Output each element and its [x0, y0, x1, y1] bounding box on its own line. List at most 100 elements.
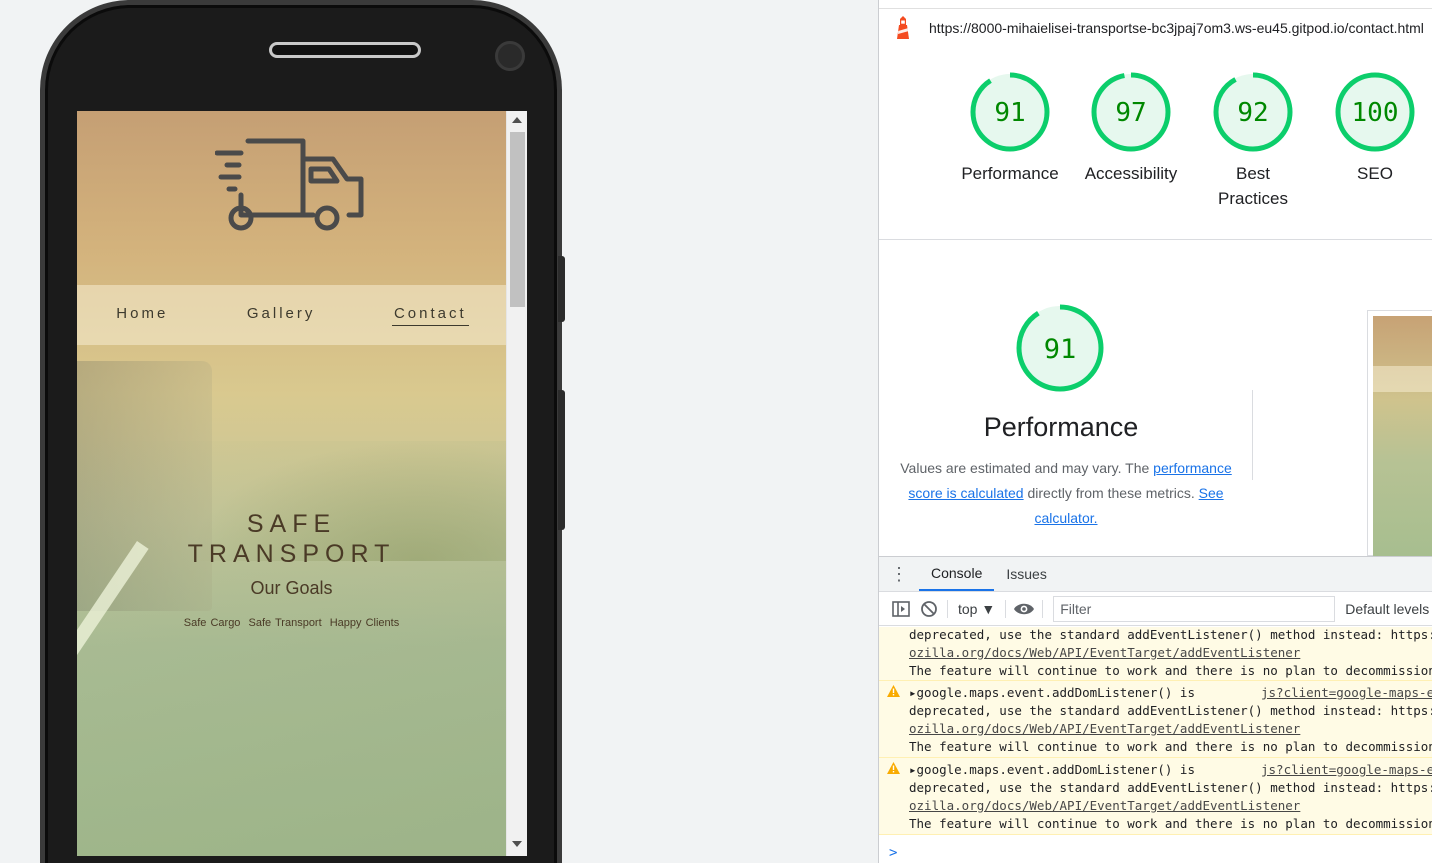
dropdown-arrow-icon: ▼ — [981, 600, 996, 617]
gauge-label: SEO — [1315, 161, 1432, 186]
performance-description: Values are estimated and may vary. The p… — [889, 456, 1243, 531]
hero-tags: Safe Cargo Safe Transport Happy Clients — [77, 617, 506, 629]
console-drawer: ⋮ Console Issues top ▼ Default levels de… — [879, 556, 1432, 863]
site-nav: Home Gallery Contact — [77, 285, 506, 345]
console-filter-input[interactable] — [1053, 595, 1336, 622]
msg-line: The feature will continue to work and th… — [909, 739, 1432, 754]
lighthouse-url-bar: https://8000-mihaielisei-transportse-bc3… — [879, 8, 1432, 46]
gauge-label-line1: SEO — [1357, 164, 1393, 183]
phone-volume-button — [558, 256, 565, 322]
thumbnail-image — [1373, 316, 1432, 556]
msg-line: deprecated, use the standard addEventLis… — [909, 780, 1432, 795]
tab-console[interactable]: Console — [919, 557, 995, 591]
msg-source-link[interactable]: js?client=google-maps-embed — [1261, 761, 1432, 779]
performance-gauge: 91 — [1016, 304, 1104, 392]
console-messages: deprecated, use the standard addEventLis… — [879, 627, 1432, 863]
tab-issues[interactable]: Issues — [994, 557, 1058, 591]
context-value: top — [958, 600, 978, 617]
toolbar-separator — [1042, 599, 1044, 618]
hero-tag: Safe Transport — [248, 617, 322, 629]
gauge-label-line1: Accessibility — [1084, 164, 1178, 183]
nav-gallery-link[interactable]: Gallery — [245, 305, 318, 325]
performance-title: Performance — [983, 412, 1139, 442]
msg-line: deprecated, use the standard addEventLis… — [909, 703, 1432, 718]
hero-tag: Safe Cargo — [183, 617, 241, 629]
expand-triangle-icon[interactable]: ▸ — [909, 762, 917, 777]
gauge-ring: 97 — [1091, 72, 1171, 152]
gauge-value: 91 — [994, 98, 1025, 128]
hero-title-line1: SAFE — [246, 510, 337, 538]
msg-doc-link[interactable]: ozilla.org/docs/Web/API/EventTarget/addE… — [909, 644, 1432, 662]
msg-line: The feature will continue to work and th… — [909, 663, 1432, 678]
audited-url[interactable]: https://8000-mihaielisei-transportse-bc3… — [929, 20, 1424, 36]
msg-line: The feature will continue to work and th… — [909, 816, 1432, 831]
hero-subtitle: Our Goals — [250, 578, 333, 598]
phone-power-button — [558, 390, 565, 530]
gauge-best-practices[interactable]: 92 Best Practices — [1193, 70, 1313, 211]
msg-head: google.maps.event.addDomListener() is — [916, 685, 1195, 700]
gauge-label: Accessibility — [1071, 161, 1191, 186]
gauge-ring: 91 — [970, 72, 1050, 152]
phone-screen: Home Gallery Contact SAFE TRANSPORT Our … — [77, 111, 527, 856]
thumbnail-nav — [1373, 366, 1432, 392]
hero-title-line2: TRANSPORT — [187, 540, 396, 568]
log-levels-dropdown[interactable]: Default levels — [1345, 601, 1429, 617]
desc-text: Values are estimated and may vary. The — [900, 460, 1154, 476]
truck-icon[interactable] — [215, 133, 370, 237]
console-warning-partial: deprecated, use the standard addEventLis… — [879, 627, 1432, 681]
msg-doc-link[interactable]: ozilla.org/docs/Web/API/EventTarget/addE… — [909, 720, 1432, 738]
gauge-label: Best Practices — [1193, 161, 1313, 211]
sidebar-toggle-icon[interactable] — [887, 600, 915, 617]
lighthouse-scores-row: 91 Performance 97 Accessibility 92 Best … — [879, 46, 1432, 240]
console-warning[interactable]: ▸google.maps.event.addDomListener() is j… — [879, 681, 1432, 758]
performance-section: 91 Performance Values are estimated and … — [879, 240, 1432, 556]
msg-head: google.maps.event.addDomListener() is — [916, 762, 1195, 777]
scroll-up-arrow-icon[interactable] — [512, 117, 522, 123]
msg-source-link[interactable]: js?client=google-maps-embed — [1261, 684, 1432, 702]
device-emulation-area: Home Gallery Contact SAFE TRANSPORT Our … — [0, 0, 878, 863]
drawer-tabbar: ⋮ Console Issues — [879, 557, 1432, 592]
gauge-label-line1: Performance — [961, 164, 1059, 183]
gauge-accessibility[interactable]: 97 Accessibility — [1071, 70, 1191, 186]
gauge-label-line2: Practices — [1218, 189, 1288, 208]
devtools-panel: https://8000-mihaielisei-transportse-bc3… — [878, 0, 1432, 863]
scroll-thumb[interactable] — [510, 132, 525, 307]
clear-console-icon[interactable] — [915, 600, 943, 618]
performance-score: 91 — [1044, 334, 1077, 365]
context-select[interactable]: top ▼ — [952, 601, 1001, 617]
gauge-value: 92 — [1237, 98, 1268, 128]
desc-text: directly from these metrics. — [1023, 485, 1199, 501]
hero-title: SAFE TRANSPORT — [77, 509, 506, 569]
live-expression-eye-icon[interactable] — [1010, 602, 1038, 616]
hero-road — [77, 441, 506, 856]
gauge-performance[interactable]: 91 Performance — [950, 70, 1070, 186]
final-screenshot-thumbnail[interactable] — [1367, 310, 1432, 556]
gauge-label: Performance — [950, 161, 1070, 186]
performance-divider — [1252, 390, 1253, 480]
site-page: Home Gallery Contact SAFE TRANSPORT Our … — [77, 111, 506, 856]
more-tools-icon[interactable]: ⋮ — [879, 557, 919, 591]
gauge-label-line1: Best — [1235, 164, 1271, 183]
console-prompt[interactable]: > — [889, 845, 897, 861]
console-warning[interactable]: ▸google.maps.event.addDomListener() is j… — [879, 758, 1432, 835]
toolbar-separator — [1005, 599, 1007, 618]
gauge-ring: 100 — [1335, 72, 1415, 152]
nav-contact-link[interactable]: Contact — [391, 305, 469, 326]
phone-speaker — [269, 42, 421, 58]
warning-icon — [887, 762, 900, 774]
msg-line: deprecated, use the standard addEventLis… — [909, 627, 1432, 642]
phone-camera — [495, 41, 525, 71]
lighthouse-icon — [897, 15, 909, 39]
toolbar-separator — [947, 599, 948, 618]
console-toolbar: top ▼ Default levels — [879, 592, 1432, 626]
gauge-value: 97 — [1115, 98, 1146, 128]
page-scrollbar[interactable] — [506, 111, 527, 856]
scroll-down-arrow-icon[interactable] — [512, 841, 522, 847]
expand-triangle-icon[interactable]: ▸ — [909, 685, 917, 700]
gauge-ring: 92 — [1213, 72, 1293, 152]
gauge-seo[interactable]: 100 SEO — [1315, 70, 1432, 186]
msg-doc-link[interactable]: ozilla.org/docs/Web/API/EventTarget/addE… — [909, 797, 1432, 815]
nav-home-link[interactable]: Home — [114, 305, 170, 325]
gauge-value: 100 — [1352, 98, 1399, 128]
hero-tag: Happy Clients — [329, 617, 400, 629]
